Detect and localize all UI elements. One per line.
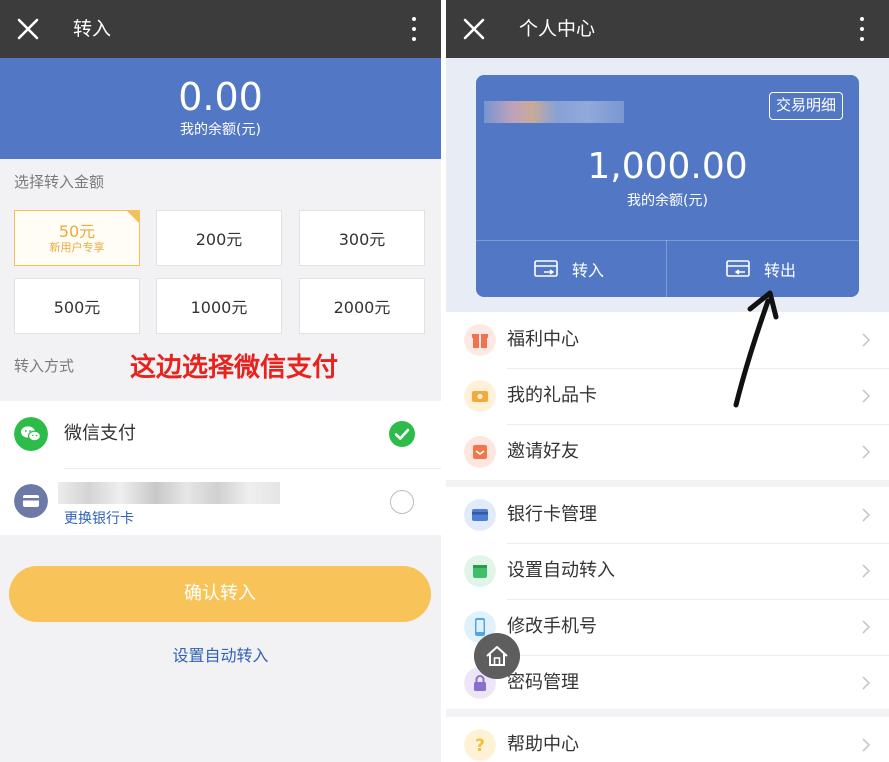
menu-item-label: 帮助中心 — [507, 734, 579, 755]
checkmark-icon[interactable] — [389, 421, 415, 447]
amount-option-label: 2000元 — [333, 298, 391, 317]
transaction-detail-button[interactable]: 交易明细 — [768, 92, 843, 120]
wechat-icon — [14, 417, 48, 451]
new-user-tag: 新用户专享 — [49, 240, 105, 254]
close-icon[interactable] — [14, 15, 42, 43]
change-bank-card-link[interactable]: 更换银行卡 — [64, 510, 134, 528]
balance-caption: 我的余额(元) — [180, 122, 261, 138]
menu-item-label: 设置自动转入 — [507, 560, 615, 581]
amount-section-label: 选择转入金额 — [14, 173, 105, 191]
transfer-in-screen: 转入 0.00 我的余额(元) 选择转入金额 50元 新用户专享 200元 30… — [0, 0, 441, 762]
chevron-right-icon — [862, 508, 871, 522]
auto-transfer-icon — [464, 555, 496, 587]
bank-card-icon — [464, 499, 496, 531]
menu-item-label: 密码管理 — [507, 672, 579, 693]
bank-card-icon — [14, 484, 48, 518]
redacted-bank-name — [58, 482, 280, 504]
chevron-right-icon — [862, 333, 871, 347]
home-floating-button[interactable] — [474, 633, 520, 679]
chevron-right-icon — [862, 676, 871, 690]
amount-option-1000[interactable]: 1000元 — [156, 278, 282, 334]
amount-option-2000[interactable]: 2000元 — [299, 278, 425, 334]
selected-corner-icon — [126, 210, 140, 224]
gift-card-icon — [464, 380, 496, 412]
amount-option-200[interactable]: 200元 — [156, 210, 282, 266]
balance-card: 交易明细 1,000.00 我的余额(元) 转入 转出 — [476, 75, 859, 297]
auto-transfer-link[interactable]: 设置自动转入 — [0, 646, 441, 666]
balance-amount: 0.00 — [178, 75, 263, 119]
wechat-pay-label: 微信支付 — [64, 423, 136, 444]
method-section-label: 转入方式 — [14, 357, 75, 375]
amount-option-label: 500元 — [53, 298, 101, 317]
menu-item-auto-transfer[interactable]: 设置自动转入 — [446, 543, 889, 599]
transfer-in-label: 转入 — [572, 260, 605, 280]
menu-item-label: 银行卡管理 — [507, 504, 597, 525]
menu-item-bank-card-management[interactable]: 银行卡管理 — [446, 487, 889, 543]
divider — [666, 240, 667, 297]
red-annotation: 这边选择微信支付 — [130, 353, 339, 383]
balance-header: 0.00 我的余额(元) — [0, 58, 441, 159]
menu-group-benefits: 福利中心 我的礼品卡 邀请好友 — [446, 312, 889, 480]
amount-option-label: 200元 — [195, 230, 243, 249]
menu-group-help: ? 帮助中心 — [446, 717, 889, 762]
transfer-in-button[interactable]: 转入 — [534, 240, 604, 297]
svg-text:?: ? — [475, 736, 485, 756]
amount-option-label: 1000元 — [190, 298, 248, 317]
transfer-out-label: 转出 — [764, 260, 797, 280]
menu-item-invite-friends[interactable]: 邀请好友 — [446, 424, 889, 480]
menu-item-label: 邀请好友 — [507, 441, 579, 462]
payment-method-list: 微信支付 更换银行卡 — [0, 401, 441, 535]
menu-item-label: 福利中心 — [507, 329, 579, 350]
more-menu-icon[interactable] — [857, 16, 867, 42]
bank-card-option[interactable]: 更换银行卡 — [0, 468, 441, 535]
chevron-right-icon — [862, 738, 871, 752]
gift-icon — [464, 324, 496, 356]
annotation-arrow-icon — [733, 290, 779, 408]
menu-group-account: 银行卡管理 设置自动转入 修改手机号 密码管理 — [446, 487, 889, 709]
amount-option-label: 300元 — [338, 230, 386, 249]
top-bar: 转入 — [0, 0, 441, 58]
chevron-right-icon — [862, 564, 871, 578]
screenshot-root: 转入 0.00 我的余额(元) 选择转入金额 50元 新用户专享 200元 30… — [0, 0, 889, 762]
card-balance-caption: 我的余额(元) — [627, 193, 708, 209]
menu-item-gift-card[interactable]: 我的礼品卡 — [446, 368, 889, 424]
amount-option-label: 50元 — [58, 221, 96, 241]
invite-icon — [464, 436, 496, 468]
confirm-transfer-button[interactable]: 确认转入 — [9, 566, 431, 622]
card-balance-amount: 1,000.00 — [587, 146, 748, 187]
top-bar: 个人中心 — [446, 0, 889, 58]
card-out-icon — [726, 259, 750, 277]
more-menu-icon[interactable] — [409, 16, 419, 42]
menu-item-welfare-center[interactable]: 福利中心 — [446, 312, 889, 368]
menu-item-label: 我的礼品卡 — [507, 385, 597, 406]
chevron-right-icon — [862, 620, 871, 634]
amount-option-500[interactable]: 500元 — [14, 278, 140, 334]
amount-option-300[interactable]: 300元 — [299, 210, 425, 266]
chevron-right-icon — [862, 445, 871, 459]
chevron-right-icon — [862, 389, 871, 403]
menu-item-label: 修改手机号 — [507, 616, 597, 637]
menu-item-help-center[interactable]: ? 帮助中心 — [446, 717, 889, 762]
page-title: 转入 — [73, 18, 112, 40]
close-icon[interactable] — [460, 15, 488, 43]
amount-option-50[interactable]: 50元 新用户专享 — [14, 210, 140, 266]
card-in-icon — [534, 259, 558, 277]
page-title: 个人中心 — [519, 18, 596, 40]
radio-unchecked-icon[interactable] — [390, 490, 414, 514]
redacted-user-info — [484, 101, 624, 123]
wechat-pay-option[interactable]: 微信支付 — [0, 401, 441, 468]
help-icon: ? — [464, 729, 496, 761]
